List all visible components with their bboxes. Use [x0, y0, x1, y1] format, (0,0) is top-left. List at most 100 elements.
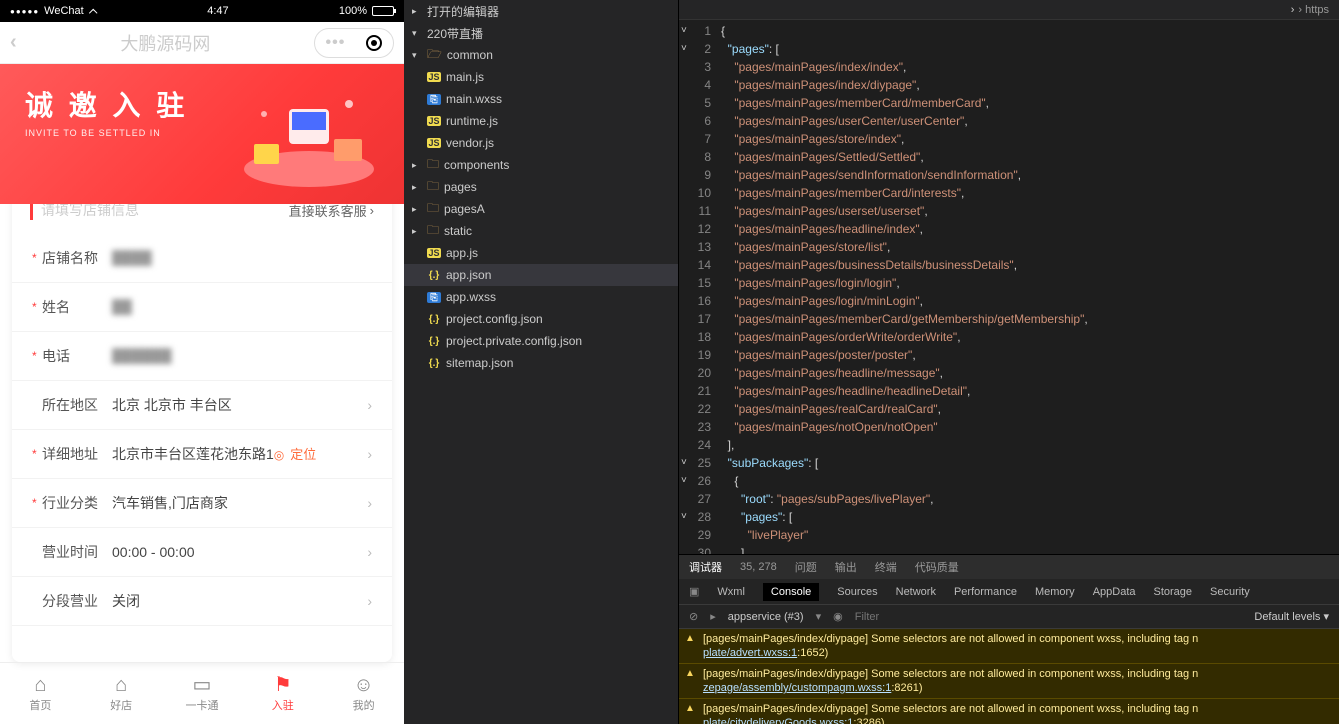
- tree-node[interactable]: app.js: [404, 242, 678, 264]
- tab-入驻[interactable]: ⚑入驻: [242, 663, 323, 724]
- source-link[interactable]: plate/advert.wxss:1: [703, 647, 797, 659]
- editor-breadcrumb-bar: › https: [679, 0, 1339, 20]
- form-row[interactable]: * 姓名 ██: [12, 283, 392, 332]
- tab-好店[interactable]: ⌂好店: [81, 663, 162, 724]
- execution-context-icon[interactable]: ▸: [710, 610, 716, 623]
- tree-node[interactable]: common: [404, 44, 678, 66]
- devtools-tab-network[interactable]: Network: [896, 586, 936, 598]
- wxss-file-icon: [427, 292, 441, 303]
- tree-node[interactable]: static: [404, 220, 678, 242]
- field-value[interactable]: 北京市丰台区莲花池东路1定位: [112, 444, 367, 464]
- file-name: app.js: [446, 246, 478, 260]
- breadcrumb[interactable]: https: [1298, 4, 1329, 16]
- file-name: sitemap.json: [446, 356, 513, 370]
- form-row[interactable]: * 行业分类 汽车销售,门店商家 ›: [12, 479, 392, 528]
- eye-icon[interactable]: ◉: [833, 610, 843, 623]
- form-row[interactable]: 营业时间 00:00 - 00:00 ›: [12, 528, 392, 577]
- js-file-icon: [427, 248, 441, 258]
- tab-我的[interactable]: ☺ 我的: [323, 663, 404, 724]
- panel-tab[interactable]: 输出: [835, 559, 857, 575]
- devtools-tab-console[interactable]: Console: [763, 583, 819, 601]
- tree-node[interactable]: app.json: [404, 264, 678, 286]
- source-link[interactable]: zepage/assembly/custompagm.wxss:1: [703, 682, 891, 694]
- field-value[interactable]: 关闭: [112, 591, 367, 611]
- devtools-primary-tabs[interactable]: 调试器 35, 278问题输出终端代码质量: [679, 555, 1339, 579]
- tab-icon: ☺: [353, 675, 373, 695]
- dropdown-icon[interactable]: ▾: [816, 610, 822, 623]
- locate-button[interactable]: 定位: [290, 447, 316, 462]
- chevron-right-icon: ›: [367, 397, 372, 413]
- close-miniapp-icon[interactable]: [366, 35, 382, 51]
- field-value[interactable]: 汽车销售,门店商家: [112, 493, 367, 513]
- tree-node[interactable]: sitemap.json: [404, 352, 678, 374]
- tree-node[interactable]: main.wxss: [404, 88, 678, 110]
- file-name: static: [444, 224, 472, 238]
- devtools-tab-memory[interactable]: Memory: [1035, 586, 1075, 598]
- panel-tab[interactable]: 代码质量: [915, 559, 959, 575]
- console-warning[interactable]: [pages/mainPages/index/diypage] Some sel…: [679, 629, 1339, 664]
- tree-node[interactable]: project.private.config.json: [404, 330, 678, 352]
- devtools-tab-wxml[interactable]: Wxml: [717, 586, 745, 598]
- field-value[interactable]: 北京 北京市 丰台区: [112, 395, 367, 415]
- tree-node[interactable]: project.config.json: [404, 308, 678, 330]
- devtools-tab-storage[interactable]: Storage: [1154, 586, 1193, 598]
- field-value[interactable]: ██████: [112, 348, 372, 364]
- panel-tab[interactable]: 问题: [795, 559, 817, 575]
- panel-tab[interactable]: 终端: [875, 559, 897, 575]
- tree-node[interactable]: main.js: [404, 66, 678, 88]
- inspect-icon[interactable]: ▣: [689, 585, 699, 598]
- devtools-tab-appdata[interactable]: AppData: [1093, 586, 1136, 598]
- field-value[interactable]: ██: [112, 299, 372, 315]
- tab-一卡通[interactable]: ▭一卡通: [162, 663, 243, 724]
- json-file-icon: [427, 270, 441, 281]
- console-filter-input[interactable]: [855, 611, 1243, 623]
- form-card: 请填写店铺信息 直接联系客服 › * 店铺名称 ████ * 姓名 ██ * 电…: [12, 186, 392, 662]
- log-levels-dropdown[interactable]: Default levels ▾: [1254, 610, 1329, 623]
- console-warning[interactable]: [pages/mainPages/index/diypage] Some sel…: [679, 699, 1339, 724]
- form-row[interactable]: * 电话 ██████: [12, 332, 392, 381]
- devtools-tab-performance[interactable]: Performance: [954, 586, 1017, 598]
- console-warning[interactable]: [pages/mainPages/index/diypage] Some sel…: [679, 664, 1339, 699]
- debugger-tab[interactable]: 调试器: [689, 559, 722, 575]
- required-star: *: [32, 300, 42, 314]
- tab-首页[interactable]: ⌂首页: [0, 663, 81, 724]
- tree-node[interactable]: runtime.js: [404, 110, 678, 132]
- file-name: main.wxss: [446, 92, 502, 106]
- hero-banner: 诚 邀 入 驻 INVITE TO BE SETTLED IN: [0, 64, 404, 204]
- devtools-tab-sources[interactable]: Sources: [837, 586, 877, 598]
- back-button[interactable]: ‹: [10, 31, 17, 54]
- tree-node[interactable]: components: [404, 154, 678, 176]
- project-root[interactable]: 220带直播: [404, 22, 678, 44]
- json-file-icon: [427, 336, 441, 347]
- file-explorer[interactable]: 打开的编辑器 220带直播 commonmain.js main.wxss runt…: [404, 0, 679, 724]
- form-row[interactable]: 分段营业 关闭 ›: [12, 577, 392, 626]
- devtools-tab-security[interactable]: Security: [1210, 586, 1250, 598]
- tree-node[interactable]: pagesA: [404, 198, 678, 220]
- page-title: 大鹏源码网: [120, 30, 210, 56]
- tree-node[interactable]: app.wxss: [404, 286, 678, 308]
- clear-console-icon[interactable]: ⊘: [689, 610, 698, 623]
- chevron-right-icon: ›: [370, 203, 374, 218]
- form-row[interactable]: * 店铺名称 ████: [12, 234, 392, 283]
- devtools-secondary-tabs[interactable]: ▣ Wxml Console Sources Network Performance Me…: [679, 579, 1339, 605]
- context-selector[interactable]: appservice (#3): [728, 611, 804, 623]
- form-row[interactable]: * 详细地址 北京市丰台区莲花池东路1定位 ›: [12, 430, 392, 479]
- field-value[interactable]: 00:00 - 00:00: [112, 544, 367, 560]
- form-row[interactable]: 所在地区 北京 北京市 丰台区 ›: [12, 381, 392, 430]
- tree-node[interactable]: vendor.js: [404, 132, 678, 154]
- console-output[interactable]: [pages/mainPages/index/diypage] Some sel…: [679, 629, 1339, 724]
- menu-capsule[interactable]: •••: [314, 28, 394, 58]
- nav-bar: ‹ 大鹏源码网 •••: [0, 22, 404, 64]
- folder-icon: [427, 155, 439, 176]
- more-icon[interactable]: •••: [326, 34, 346, 52]
- tab-label: 我的: [353, 697, 375, 713]
- file-name: runtime.js: [446, 114, 498, 128]
- battery-icon: [372, 6, 394, 16]
- code-editor[interactable]: 1234567891011121314151617181920212223242…: [679, 20, 1339, 554]
- locate-icon[interactable]: [274, 446, 286, 462]
- field-value[interactable]: ████: [112, 250, 372, 266]
- chevron-right-icon[interactable]: ›: [1287, 4, 1299, 16]
- open-editors-section[interactable]: 打开的编辑器: [404, 0, 678, 22]
- tree-node[interactable]: pages: [404, 176, 678, 198]
- source-link[interactable]: plate/citydeliveryGoods.wxss:1: [703, 717, 853, 724]
